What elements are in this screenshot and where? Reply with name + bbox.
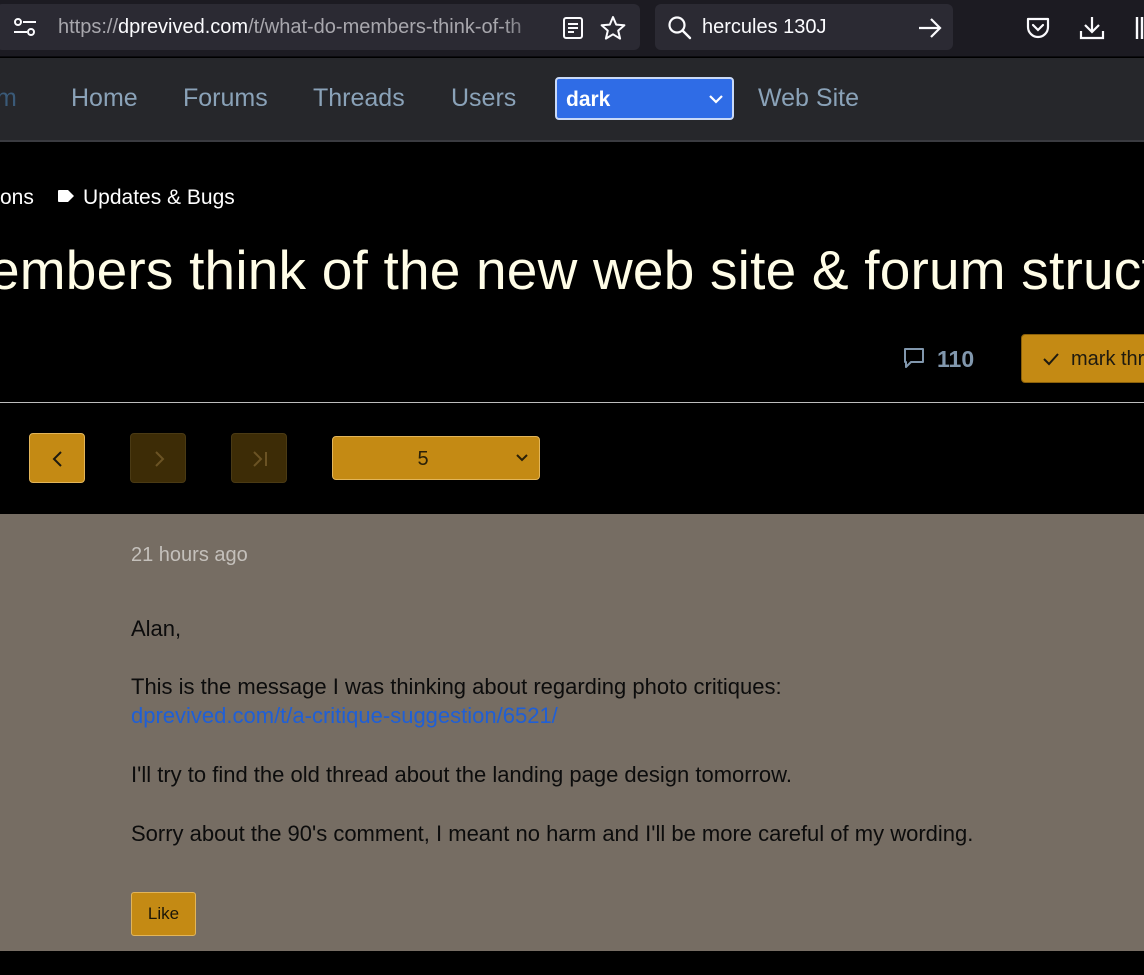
previous-page-button[interactable]: [29, 433, 85, 483]
last-page-button[interactable]: [231, 433, 287, 483]
nav-threads-link[interactable]: Threads: [313, 84, 405, 113]
critique-suggestion-link[interactable]: dprevived.com/t/a-critique-suggestion/65…: [131, 703, 558, 728]
mark-thread-read-button[interactable]: mark thr: [1021, 334, 1144, 383]
page-select-value: 5: [417, 448, 429, 470]
search-bar[interactable]: hercules 130J: [655, 4, 953, 50]
reader-view-icon[interactable]: [562, 16, 584, 40]
breadcrumb-tag[interactable]: Updates & Bugs: [83, 186, 235, 210]
next-page-button[interactable]: [130, 433, 186, 483]
post-paragraph-3: Sorry about the 90's comment, I meant no…: [131, 821, 974, 846]
check-icon: [1043, 353, 1059, 366]
chevron-down-icon: [516, 454, 528, 462]
url-text[interactable]: https://dprevived.com/t/what-do-members-…: [58, 16, 552, 39]
site-navigation: m Home Forums Threads Users dark Web Sit…: [0, 58, 1144, 142]
reply-count: 110: [937, 346, 975, 372]
page-select[interactable]: 5: [332, 436, 540, 480]
breadcrumb-category[interactable]: ons: [0, 186, 34, 210]
search-icon: [668, 16, 692, 40]
theme-select-value: dark: [566, 88, 611, 111]
search-input[interactable]: hercules 130J: [702, 16, 827, 39]
chevron-left-icon: [52, 451, 62, 467]
nav-brand-link[interactable]: m: [0, 84, 17, 113]
comment-icon: [904, 348, 924, 368]
chevron-down-icon: [709, 95, 723, 104]
like-button[interactable]: Like: [131, 892, 196, 936]
nav-home-link[interactable]: Home: [71, 84, 138, 113]
nav-users-link[interactable]: Users: [451, 84, 516, 113]
address-bar[interactable]: https://dprevived.com/t/what-do-members-…: [0, 4, 640, 50]
nav-forums-link[interactable]: Forums: [183, 84, 268, 113]
pocket-icon[interactable]: [1024, 14, 1052, 42]
browser-toolbar: https://dprevived.com/t/what-do-members-…: [0, 0, 1144, 57]
site-settings-icon[interactable]: [12, 16, 38, 38]
page-bottom: [0, 951, 1144, 975]
topic-title: embers think of the new web site & forum…: [0, 239, 1144, 301]
tag-icon: [58, 190, 74, 202]
post-greeting: Alan,: [131, 616, 182, 641]
chevron-right-icon: [155, 451, 165, 467]
mark-thread-read-label: mark thr: [1071, 348, 1144, 370]
download-icon[interactable]: [1078, 14, 1106, 42]
post-paragraph-1: This is the message I was thinking about…: [131, 674, 782, 699]
library-icon[interactable]: [1133, 14, 1144, 42]
nav-website-link[interactable]: Web Site: [758, 84, 859, 113]
post-paragraph-2: I'll try to find the old thread about th…: [131, 762, 792, 787]
pagination: 5: [0, 403, 1144, 514]
last-page-icon: [253, 451, 267, 467]
post-timestamp[interactable]: 21 hours ago: [131, 544, 248, 567]
theme-select[interactable]: dark: [555, 77, 734, 120]
post: 21 hours ago Alan, This is the message I…: [0, 514, 1144, 951]
topic-header: ons Updates & Bugs embers think of the n…: [0, 142, 1144, 402]
arrow-right-icon[interactable]: [917, 16, 943, 40]
bookmark-star-icon[interactable]: [600, 15, 626, 41]
